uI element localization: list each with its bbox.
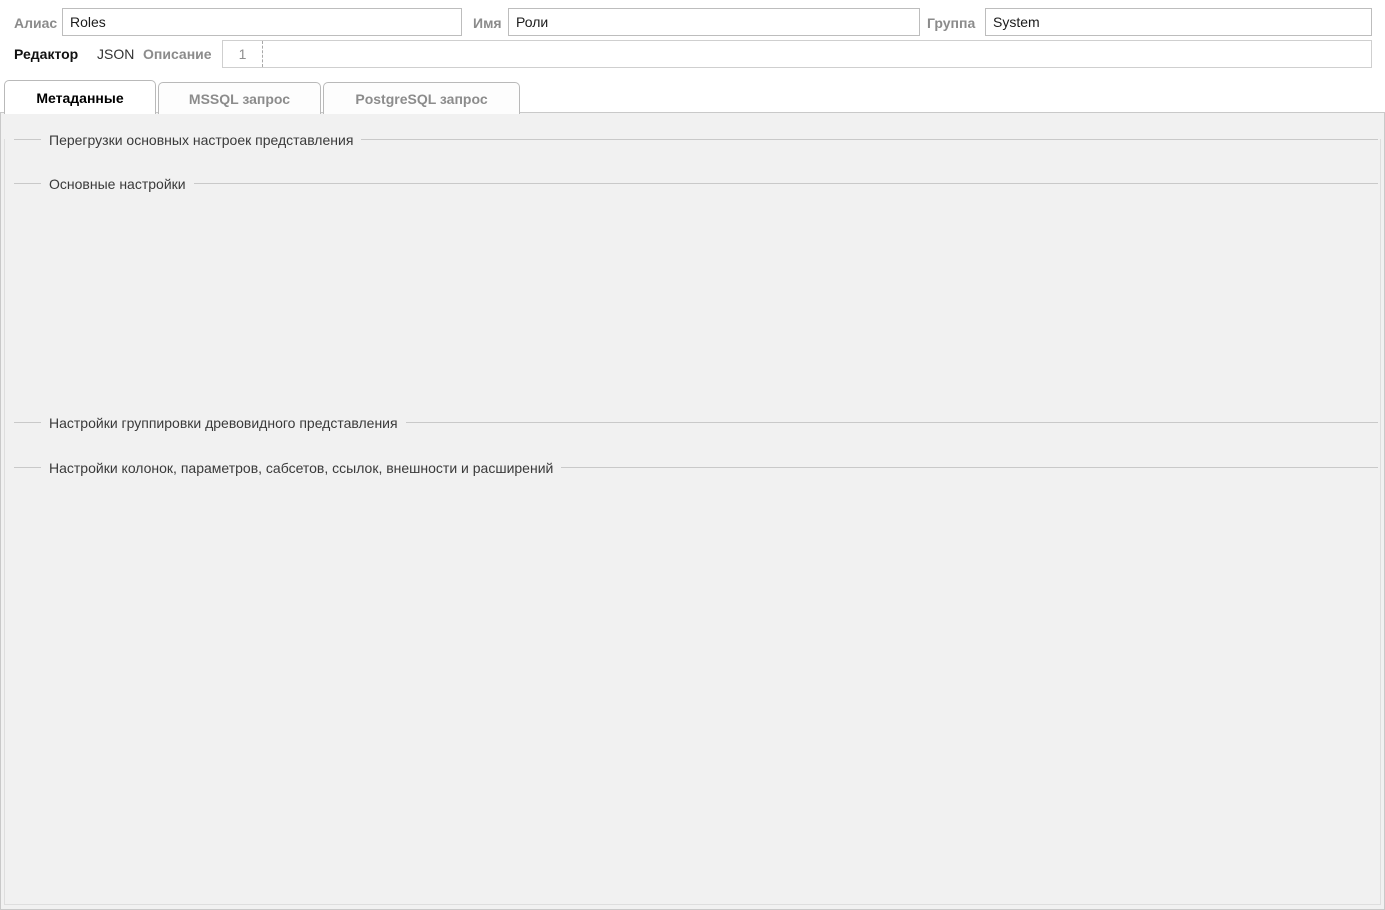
metadata-editor-window: Алиас Имя Группа Редактор JSON Описание … xyxy=(0,0,1385,910)
description-box: 1 xyxy=(222,40,1372,68)
tab-mssql-label: MSSQL запрос xyxy=(189,91,290,107)
groupbox-tree-grouping-title: Настройки группировки древовидного предс… xyxy=(41,415,406,431)
groupbox-tree-grouping-header: Настройки группировки древовидного предс… xyxy=(14,414,1378,431)
groupbox-main-settings-header: Основные настройки xyxy=(14,175,1378,192)
alias-label: Алиас xyxy=(14,15,57,31)
groupbox-overrides-title: Перегрузки основных настроек представлен… xyxy=(41,132,361,148)
name-label: Имя xyxy=(473,15,502,31)
description-number[interactable]: 1 xyxy=(223,41,263,67)
groupbox-overrides-header: Перегрузки основных настроек представлен… xyxy=(14,131,1378,148)
group-input[interactable] xyxy=(985,8,1372,36)
groupbox-main-settings-title: Основные настройки xyxy=(41,176,194,192)
tab-metadata-label: Метаданные xyxy=(36,90,123,106)
tab-metadata[interactable]: Метаданные xyxy=(4,80,156,114)
tab-postgresql-label: PostgreSQL запрос xyxy=(355,91,487,107)
overrides-groupbox-border xyxy=(4,139,1381,905)
alias-input[interactable] xyxy=(62,8,462,36)
editor-mode-button[interactable]: JSON xyxy=(97,46,134,62)
groupbox-columns-params-title: Настройки колонок, параметров, сабсетов,… xyxy=(41,460,561,476)
group-label: Группа xyxy=(927,15,975,31)
editor-label: Редактор xyxy=(14,46,78,62)
name-input[interactable] xyxy=(508,8,920,36)
description-label: Описание xyxy=(143,46,212,62)
groupbox-columns-params-header: Настройки колонок, параметров, сабсетов,… xyxy=(14,459,1378,476)
description-input[interactable] xyxy=(263,41,1371,67)
tab-mssql-query[interactable]: MSSQL запрос xyxy=(158,82,321,114)
tab-postgresql-query[interactable]: PostgreSQL запрос xyxy=(323,82,520,114)
